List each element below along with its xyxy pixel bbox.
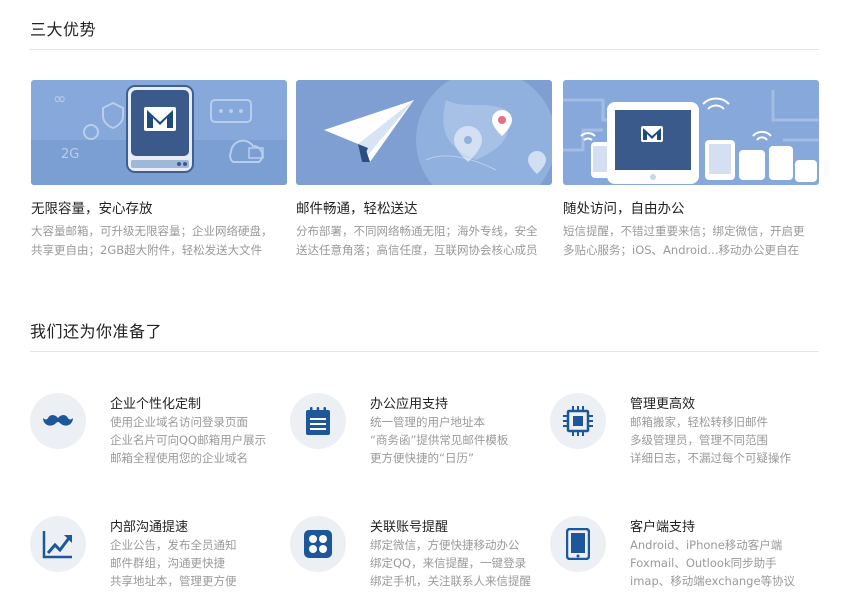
feature-line: imap、移动端exchange等协议 [630,574,796,588]
feature-line: “商务函”提供常见邮件模板 [370,433,509,447]
delivery-banner-image [296,80,552,185]
feature-line: 绑定微信，方便快捷移动办公 [370,538,520,552]
advantage-description: 分布部署，不同网络畅通无阻；海外专线，安全 送达任意角落；高信任度，互联网协会核… [296,222,552,260]
feature-office-apps: 办公应用支持 统一管理的用户地址本 “商务函”提供常见邮件模板 更方便快捷的“日… [290,393,540,473]
svg-text:∞: ∞ [53,89,66,108]
advantage-card-storage: ∞ 2G 无限容量，安心存放 大容量邮箱，可升级无限容量；企业网络硬盘， 共享更… [31,80,287,260]
tablet-icon [550,516,606,572]
features-divider [30,351,819,352]
feature-title: 管理更高效 [630,397,696,412]
feature-linked-accounts: 关联账号提醒 绑定微信，方便快捷移动办公 绑定QQ，来信提醒，一键登录 绑定手机… [290,516,540,596]
advantage-desc-line: 送达任意角落；高信任度，互联网协会核心成员 [296,243,538,257]
feature-internal-communication: 内部沟通提速 企业公告，发布全员通知 邮件群组，沟通更快捷 共享地址本，管理更方… [30,516,280,596]
advantage-description: 短信提醒，不错过重要来信；绑定微信，开启更 多贴心服务；iOS、Android.… [563,222,819,260]
advantage-title: 无限容量，安心存放 [31,201,153,217]
feature-line: 绑定QQ，来信提醒，一键登录 [370,556,527,570]
advantage-desc-line: 分布部署，不同网络畅通无阻；海外专线，安全 [296,224,538,238]
chip-icon [550,393,606,449]
advantages-section-title: 三大优势 [30,20,97,39]
feature-customization: 企业个性化定制 使用企业域名访问登录页面 企业名片可向QQ邮箱用户展示 邮箱全程… [30,393,280,473]
feature-line: 邮箱搬家，轻松转移旧邮件 [630,415,768,429]
feature-line: Android、iPhone移动客户端 [630,538,783,552]
feature-line: 绑定手机，关注联系人来信提醒 [370,574,531,588]
advantage-desc-line: 多贴心服务；iOS、Android...移动办公更自在 [563,243,799,257]
feature-description: 邮箱搬家，轻松转移旧邮件 多级管理员，管理不同范围 详细日志，不漏过每个可疑操作 [630,413,791,467]
advantage-desc-line: 大容量邮箱，可升级无限容量；企业网络硬盘， [31,224,273,238]
features-section-title: 我们还为你准备了 [30,322,163,341]
advantage-title: 邮件畅通，轻松送达 [296,201,418,217]
feature-line: 邮箱全程使用您的企业域名 [110,451,248,465]
advantage-card-mobile: 随处访问，自由办公 短信提醒，不错过重要来信；绑定微信，开启更 多贴心服务；iO… [563,80,819,260]
mustache-icon [30,393,86,449]
advantage-description: 大容量邮箱，可升级无限容量；企业网络硬盘， 共享更自由；2GB超大附件，轻松发送… [31,222,287,260]
feature-title: 关联账号提醒 [370,520,449,535]
feature-line: 详细日志，不漏过每个可疑操作 [630,451,791,465]
linked-accounts-icon [290,516,346,572]
mobile-banner-image [563,80,819,185]
advantage-title: 随处访问，自由办公 [563,201,685,217]
feature-line: 邮件群组，沟通更快捷 [110,556,225,570]
svg-text:2G: 2G [61,147,79,162]
feature-client-support: 客户端支持 Android、iPhone移动客户端 Foxmail、Outloo… [550,516,800,596]
feature-line: 更方便快捷的“日历” [370,451,474,465]
feature-description: 企业公告，发布全员通知 邮件群组，沟通更快捷 共享地址本，管理更方便 [110,536,237,590]
feature-line: Foxmail、Outlook同步助手 [630,556,777,570]
feature-management: 管理更高效 邮箱搬家，轻松转移旧邮件 多级管理员，管理不同范围 详细日志，不漏过… [550,393,800,473]
feature-description: 使用企业域名访问登录页面 企业名片可向QQ邮箱用户展示 邮箱全程使用您的企业域名 [110,413,266,467]
feature-title: 企业个性化定制 [110,397,202,412]
advantage-card-delivery: 邮件畅通，轻松送达 分布部署，不同网络畅通无阻；海外专线，安全 送达任意角落；高… [296,80,552,260]
advantage-desc-line: 共享更自由；2GB超大附件，轻松发送大文件 [31,243,263,257]
feature-line: 使用企业域名访问登录页面 [110,415,248,429]
feature-line: 企业公告，发布全员通知 [110,538,237,552]
feature-title: 办公应用支持 [370,397,449,412]
trend-chart-icon [30,516,86,572]
feature-description: 绑定微信，方便快捷移动办公 绑定QQ，来信提醒，一键登录 绑定手机，关注联系人来… [370,536,531,590]
advantages-divider [30,49,819,50]
feature-line: 统一管理的用户地址本 [370,415,485,429]
advantage-desc-line: 短信提醒，不错过重要来信；绑定微信，开启更 [563,224,805,238]
feature-description: Android、iPhone移动客户端 Foxmail、Outlook同步助手 … [630,536,795,590]
feature-description: 统一管理的用户地址本 “商务函”提供常见邮件模板 更方便快捷的“日历” [370,413,508,467]
storage-banner-image: ∞ 2G [31,80,287,185]
feature-line: 企业名片可向QQ邮箱用户展示 [110,433,267,447]
feature-line: 多级管理员，管理不同范围 [630,433,768,447]
feature-line: 共享地址本，管理更方便 [110,574,237,588]
notepad-icon [290,393,346,449]
feature-title: 内部沟通提速 [110,520,189,535]
feature-title: 客户端支持 [630,520,696,535]
